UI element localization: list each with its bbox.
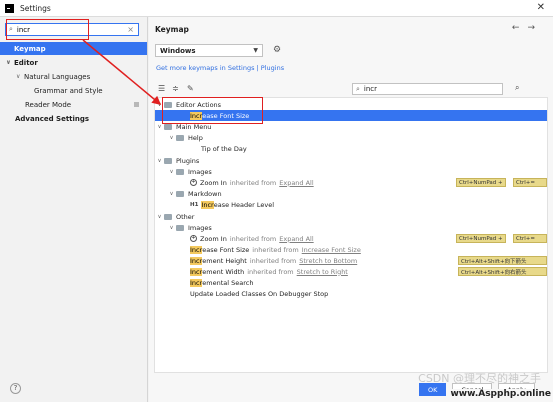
- annotation-arrow: [82, 39, 162, 105]
- watermark-url: www.Aspphp.online: [450, 389, 551, 399]
- watermark-text: CSDN @理不尽的神之手: [418, 372, 541, 385]
